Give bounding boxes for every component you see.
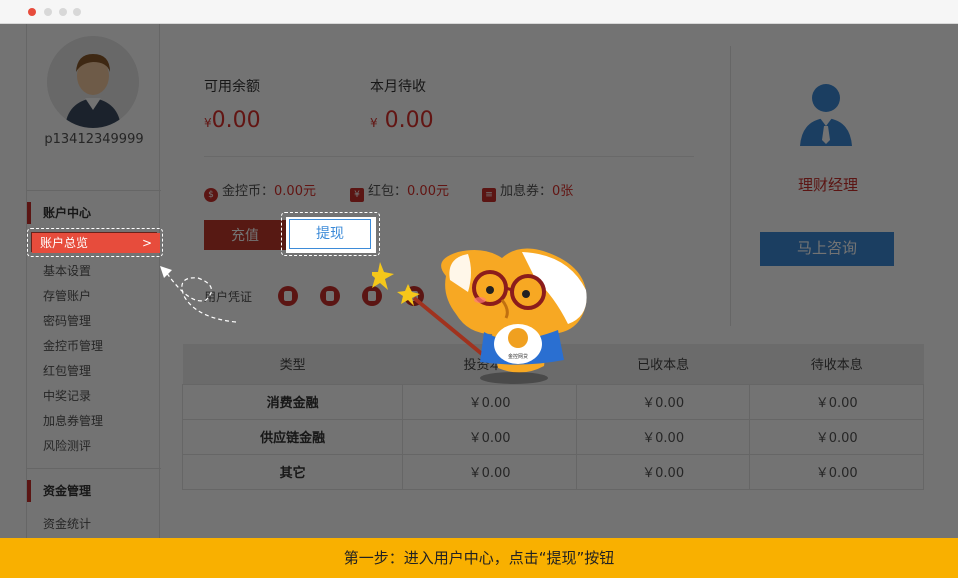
elephant-mascot-icon: 金控网贷 [372,248,587,384]
tutorial-frame: p13412349999 账户中心 账户总览 > 基本设置 存管账户 密码管理 … [0,0,958,578]
tutorial-step-caption: 第一步：进入用户中心，点击“提现”按钮 [0,538,958,578]
mascot-badge-text: 金控网贷 [508,353,528,360]
